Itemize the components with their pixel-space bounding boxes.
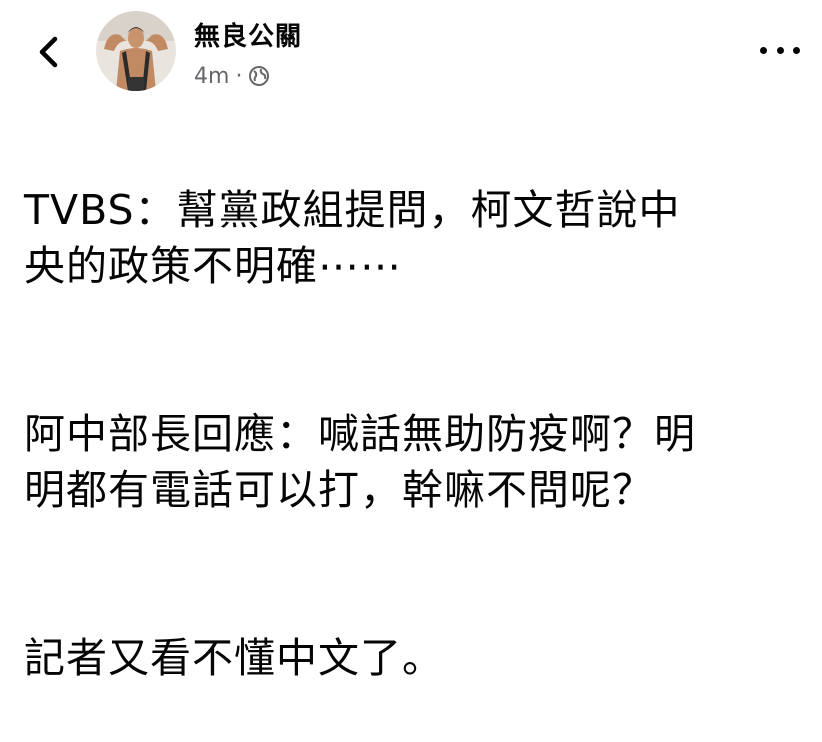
post-header: 無良公關 4m · [0,0,822,100]
post-paragraph: TVBS：幫黨政組提問，柯文哲說中 央的政策不明確⋯⋯ [24,186,681,290]
more-options-button[interactable] [760,38,800,62]
post-paragraph: 記者又看不懂中文了。 [24,634,444,682]
avatar[interactable] [96,11,176,91]
post-body: TVBS：幫黨政組提問，柯文哲說中 央的政策不明確⋯⋯ 阿中部長回應：喊話無助防… [24,126,814,742]
globe-icon [248,65,270,87]
back-button[interactable] [30,32,66,72]
post-paragraph: 阿中部長回應：喊話無助防疫啊？明 明都有電話可以打，幹嘛不問呢？ [24,410,696,514]
post-meta: 4m · [194,62,270,90]
author-name[interactable]: 無良公關 [194,20,302,54]
chevron-left-icon [39,36,58,68]
more-horizontal-icon [760,46,767,54]
timestamp[interactable]: 4m [194,64,229,89]
meta-separator: · [235,63,243,89]
